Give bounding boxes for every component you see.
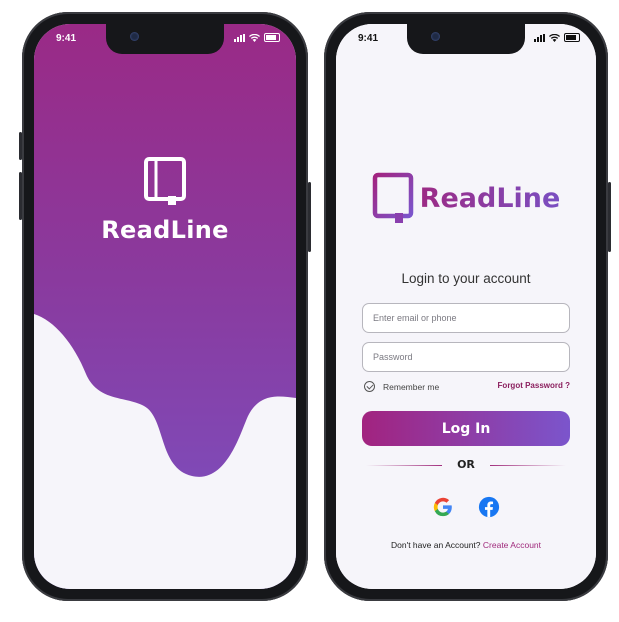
side-button xyxy=(19,132,22,160)
wifi-icon xyxy=(249,33,260,42)
status-icons xyxy=(534,33,580,42)
remember-label[interactable]: Remember me xyxy=(383,382,439,392)
battery-icon xyxy=(264,33,280,42)
status-time: 9:41 xyxy=(358,33,379,44)
brand-logo: ReadLine xyxy=(336,172,596,224)
social-login xyxy=(336,496,596,518)
password-input[interactable] xyxy=(362,342,570,372)
create-account-link[interactable]: Create Account xyxy=(483,540,541,550)
remember-checkbox[interactable] xyxy=(364,381,375,392)
brand-name: ReadLine xyxy=(419,182,561,214)
phone-frame-splash: 9:41 ReadLine xyxy=(19,12,311,601)
status-bar: 9:41 xyxy=(34,24,296,54)
splash-app-name: ReadLine xyxy=(101,216,229,244)
battery-icon xyxy=(564,33,580,42)
login-button[interactable]: Log In xyxy=(362,411,570,446)
login-heading: Login to your account xyxy=(401,271,531,286)
signup-row: Don't have an Account? Create Account xyxy=(336,540,596,550)
signal-icon xyxy=(234,33,245,42)
google-icon[interactable] xyxy=(432,496,454,518)
book-icon xyxy=(372,172,413,223)
signup-prompt: Don't have an Account? xyxy=(390,540,481,550)
status-bar: 9:41 xyxy=(336,24,596,54)
side-button xyxy=(608,182,611,252)
status-icons xyxy=(234,33,280,42)
facebook-icon[interactable] xyxy=(478,496,500,518)
signal-icon xyxy=(534,33,545,42)
remember-row: Remember me Forgot Password ? xyxy=(364,381,570,395)
splash-logo: ReadLine xyxy=(34,156,296,244)
forgot-password-link[interactable]: Forgot Password ? xyxy=(498,381,570,390)
or-divider: OR xyxy=(366,458,566,472)
divider-line xyxy=(490,465,566,466)
splash-wave-shape xyxy=(34,314,296,589)
phone-frame-login: 9:41 ReadLine Login to your account Ente… xyxy=(324,12,611,601)
splash-screen: 9:41 ReadLine xyxy=(34,24,296,589)
side-button xyxy=(308,182,311,252)
status-time: 9:41 xyxy=(56,33,77,44)
email-input[interactable] xyxy=(362,303,570,333)
wifi-icon xyxy=(549,33,560,42)
side-button xyxy=(19,172,22,220)
login-screen: 9:41 ReadLine Login to your account Ente… xyxy=(336,24,596,589)
login-view: 9:41 ReadLine Login to your account Ente… xyxy=(336,24,596,589)
book-icon xyxy=(144,157,186,205)
